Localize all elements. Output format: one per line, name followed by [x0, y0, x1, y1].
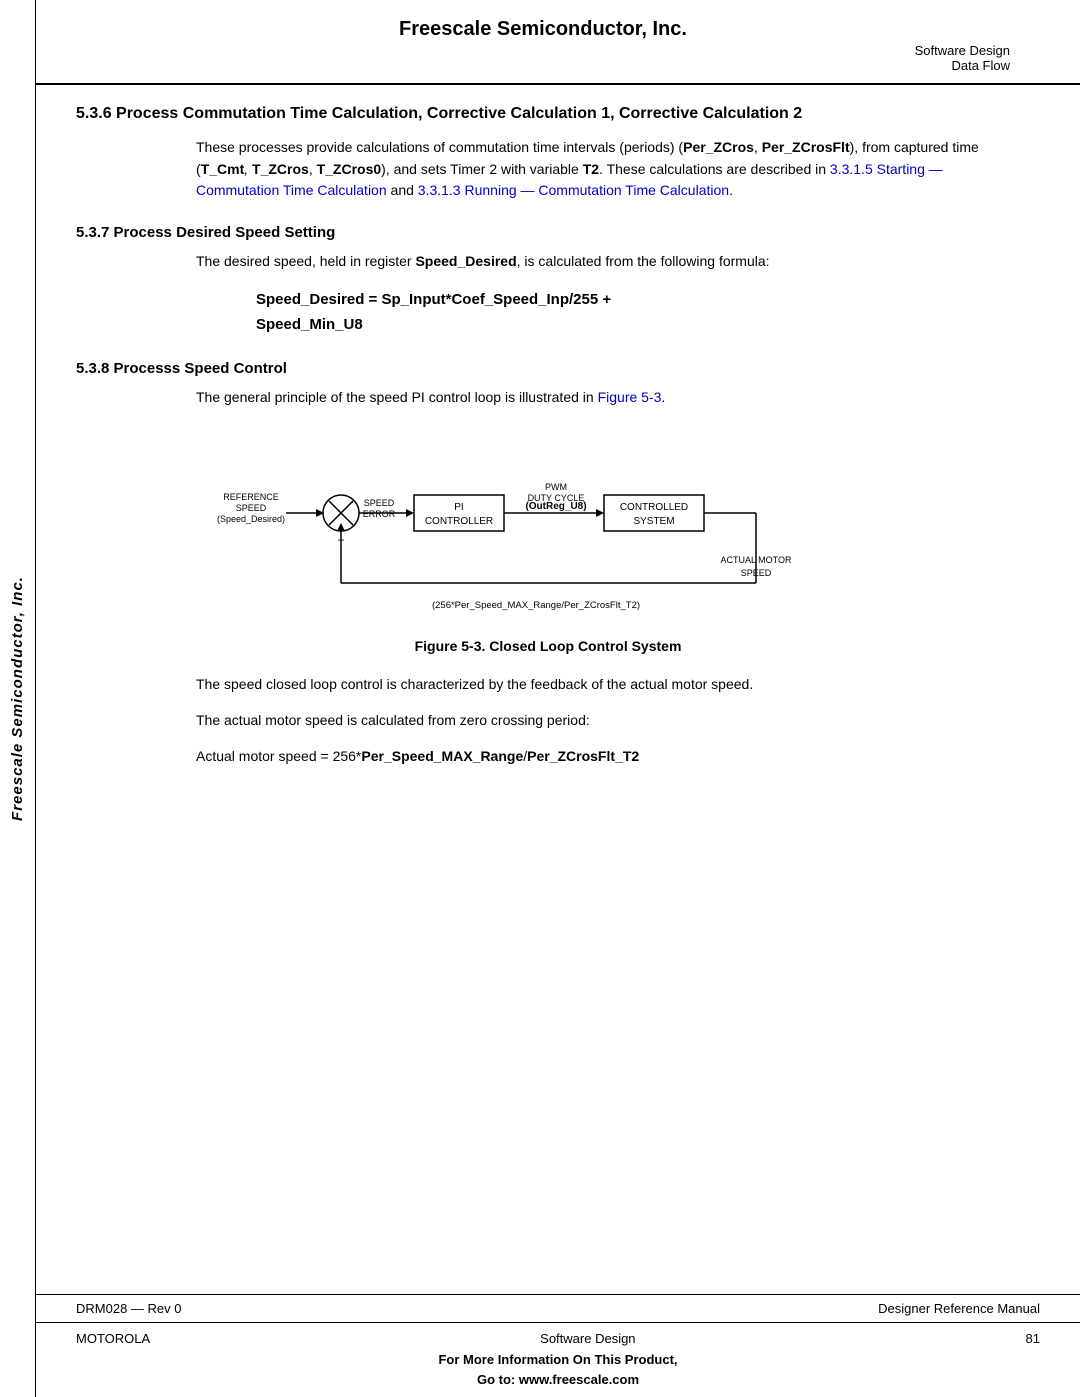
- actual-label2: SPEED: [741, 568, 772, 578]
- footer-bold2: Go to: www.freescale.com: [438, 1370, 677, 1390]
- pi-label2: CONTROLLER: [425, 516, 493, 527]
- diagram-container: REFERENCE SPEED (Speed_Desired) SPEED ER…: [196, 428, 1020, 628]
- footer-motorola: MOTOROLA: [76, 1331, 150, 1346]
- bold-t-zcros: T_ZCros: [252, 161, 309, 177]
- footer-bottom-row1: MOTOROLA Software Design 81: [76, 1331, 1040, 1346]
- speed-error-label1: SPEED: [364, 498, 395, 508]
- footer-left: DRM028 — Rev 0: [76, 1301, 181, 1316]
- formula-block-537: Speed_Desired = Sp_Input*Coef_Speed_Inp/…: [256, 287, 1020, 338]
- section-538-para2: The speed closed loop control is charact…: [196, 674, 1020, 696]
- formula-line2: Speed_Min_U8: [256, 312, 1020, 338]
- arrowhead2: [406, 509, 414, 517]
- link-figure-5-3[interactable]: Figure 5-3: [598, 389, 662, 405]
- ref-speed-parens: (Speed_Desired): [217, 514, 285, 524]
- bold-t-zcros0: T_ZCros0: [317, 161, 382, 177]
- footer-bold1: For More Information On This Product,: [438, 1350, 677, 1370]
- page: Freescale Semiconductor, Inc. Freescale …: [0, 0, 1080, 1397]
- closed-loop-diagram: REFERENCE SPEED (Speed_Desired) SPEED ER…: [196, 428, 876, 628]
- main-content: Freescale Semiconductor, Inc. Software D…: [36, 0, 1080, 1397]
- header-title: Freescale Semiconductor, Inc.: [66, 18, 1020, 41]
- arrowhead4: [337, 523, 345, 531]
- footer-page-num: 81: [1026, 1331, 1040, 1346]
- formula-line1: Speed_Desired = Sp_Input*Coef_Speed_Inp/…: [256, 287, 1020, 313]
- diagram-formula: (256*Per_Speed_MAX_Range/Per_ZCrosFlt_T2…: [432, 600, 640, 611]
- ref-speed-text2: SPEED: [236, 503, 267, 513]
- section-538-para3: The actual motor speed is calculated fro…: [196, 710, 1020, 732]
- section-538-formula: Actual motor speed = 256*Per_Speed_MAX_R…: [196, 746, 1020, 768]
- figure-caption: Figure 5-3. Closed Loop Control System: [76, 638, 1020, 654]
- section-538-para1: The general principle of the speed PI co…: [196, 387, 1020, 409]
- section-537-para: The desired speed, held in register Spee…: [196, 251, 1020, 273]
- footer-software-design: Software Design: [540, 1331, 635, 1346]
- bold-t2: T2: [583, 161, 599, 177]
- footer-right: Designer Reference Manual: [878, 1301, 1040, 1316]
- arrowhead3: [596, 509, 604, 517]
- bold-per-zcros: Per_ZCros: [683, 139, 754, 155]
- controlled-label1: CONTROLLED: [620, 502, 688, 513]
- section-538-heading: 5.3.8 Processs Speed Control: [76, 360, 1020, 377]
- subtitle-line1: Software Design: [915, 43, 1010, 58]
- sidebar: Freescale Semiconductor, Inc.: [0, 0, 36, 1397]
- header: Freescale Semiconductor, Inc. Software D…: [36, 0, 1080, 85]
- minus-sign: −: [337, 533, 344, 547]
- outreg-label: (OutReg_U8): [525, 501, 586, 512]
- section-537-heading: 5.3.7 Process Desired Speed Setting: [76, 224, 1020, 241]
- body-content: 5.3.6 Process Commutation Time Calculati…: [36, 85, 1080, 1294]
- footer-top: DRM028 — Rev 0 Designer Reference Manual: [36, 1294, 1080, 1322]
- actual-label1: ACTUAL MOTOR: [720, 555, 792, 565]
- bold-per-zcrosflt: Per_ZCrosFlt: [762, 139, 850, 155]
- formula-bold2: Per_ZCrosFlt_T2: [527, 748, 639, 764]
- link-3313[interactable]: 3.3.1.3 Running — Commutation Time Calcu…: [418, 182, 729, 198]
- section-536-heading: 5.3.6 Process Commutation Time Calculati…: [76, 105, 1020, 123]
- bold-speed-desired: Speed_Desired: [415, 253, 516, 269]
- formula-bold: Per_Speed_MAX_Range: [361, 748, 523, 764]
- header-subtitle: Software Design Data Flow: [66, 43, 1020, 73]
- speed-error-label2: ERROR: [363, 509, 396, 519]
- sidebar-text: Freescale Semiconductor, Inc.: [9, 576, 26, 821]
- pi-label1: PI: [454, 502, 463, 513]
- subtitle-line2: Data Flow: [951, 58, 1010, 73]
- footer-bottom: MOTOROLA Software Design 81 For More Inf…: [36, 1322, 1080, 1397]
- ref-speed-text: REFERENCE: [223, 492, 279, 502]
- controlled-label2: SYSTEM: [633, 516, 674, 527]
- pwm-label1: PWM: [545, 482, 567, 492]
- section-536-para: These processes provide calculations of …: [196, 137, 1020, 202]
- bold-t-cmt: T_Cmt: [201, 161, 245, 177]
- footer-bottom-center: For More Information On This Product, Go…: [438, 1350, 677, 1389]
